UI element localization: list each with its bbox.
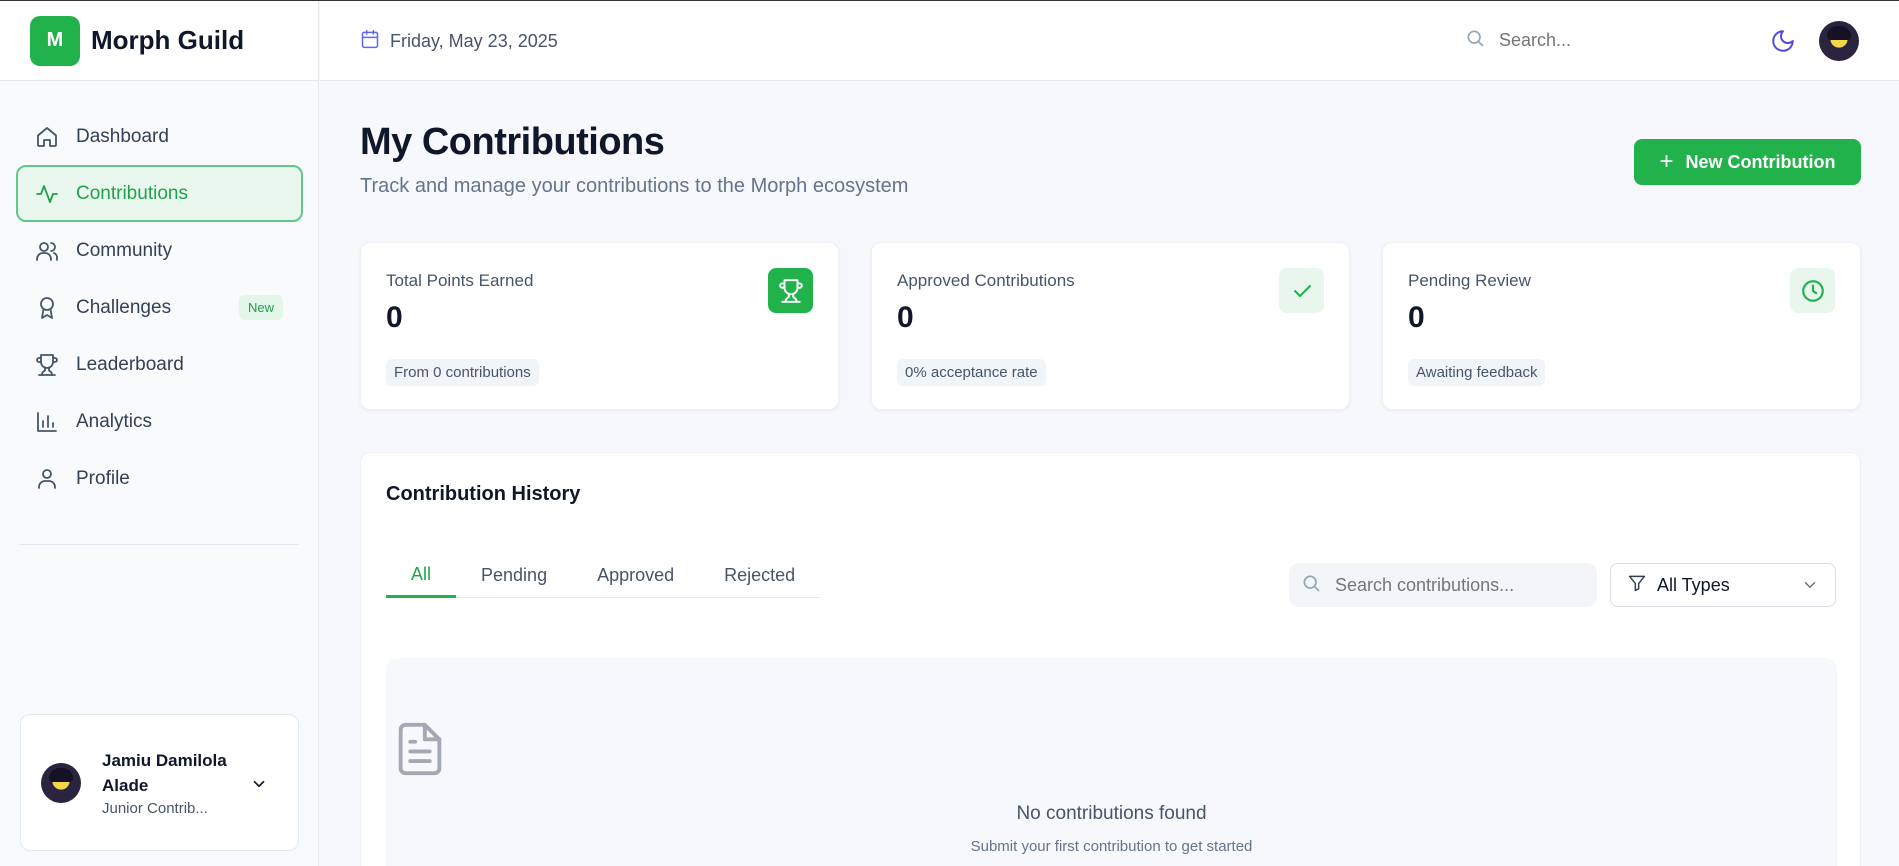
stat-label: Pending Review <box>1408 271 1531 290</box>
brand-logo: M <box>30 15 80 66</box>
top-header: Friday, May 23, 2025 <box>320 1 1899 81</box>
sidebar-item-community[interactable]: Community <box>16 222 303 279</box>
plus-icon: + <box>1659 148 1674 175</box>
stat-card-approved: Approved Contributions 0 0% acceptance r… <box>871 242 1350 410</box>
bar-chart-icon <box>34 409 60 435</box>
type-filter-select[interactable]: All Types <box>1610 563 1836 607</box>
clock-icon <box>1790 268 1835 313</box>
empty-state: No contributions found Submit your first… <box>386 658 1837 866</box>
tab-approved[interactable]: Approved <box>572 553 699 597</box>
filter-value: All Types <box>1657 574 1730 595</box>
sidebar-item-label: Contributions <box>76 182 188 204</box>
sidebar-item-contributions[interactable]: Contributions <box>16 165 303 222</box>
new-badge: New <box>238 295 283 320</box>
user-role: Junior Contrib... <box>102 800 208 817</box>
contributions-search[interactable] <box>1289 563 1597 607</box>
stat-card-pending: Pending Review 0 Awaiting feedback <box>1382 242 1861 410</box>
brand[interactable]: M Morph Guild <box>0 1 318 81</box>
date-text: Friday, May 23, 2025 <box>390 31 558 51</box>
check-icon <box>1279 268 1324 313</box>
sidebar: M Morph Guild Dashboard Contributions Co… <box>0 1 319 866</box>
sidebar-item-profile[interactable]: Profile <box>16 450 303 507</box>
global-search[interactable] <box>1465 28 1719 53</box>
current-date: Friday, May 23, 2025 <box>360 29 558 54</box>
sidebar-item-label: Dashboard <box>76 125 169 147</box>
stat-label: Approved Contributions <box>897 271 1075 290</box>
calendar-icon <box>360 29 380 54</box>
sidebar-item-label: Leaderboard <box>76 353 184 375</box>
avatar <box>41 762 81 803</box>
empty-title: No contributions found <box>1016 803 1207 824</box>
sidebar-item-analytics[interactable]: Analytics <box>16 393 303 450</box>
search-icon <box>1301 573 1321 598</box>
user-card[interactable]: Jamiu Damilola Alade Junior Contrib... <box>20 714 299 851</box>
search-input[interactable] <box>1499 30 1719 51</box>
stat-pill: From 0 contributions <box>386 359 539 386</box>
empty-subtitle: Submit your first contribution to get st… <box>970 838 1253 855</box>
users-icon <box>34 238 60 264</box>
activity-icon <box>34 181 60 207</box>
stat-value: 0 <box>1408 301 1425 334</box>
stat-pill: 0% acceptance rate <box>897 359 1046 386</box>
sidebar-item-dashboard[interactable]: Dashboard <box>16 108 303 165</box>
new-contribution-label: New Contribution <box>1685 151 1836 172</box>
chevron-down-icon[interactable] <box>250 775 268 798</box>
tab-all[interactable]: All <box>386 553 457 598</box>
sidebar-nav: Dashboard Contributions Community Challe… <box>16 108 303 507</box>
trophy-icon <box>768 268 813 313</box>
stat-pill: Awaiting feedback <box>1408 359 1546 386</box>
page-subtitle: Track and manage your contributions to t… <box>360 175 909 197</box>
brand-name: Morph Guild <box>91 25 245 55</box>
tab-rejected[interactable]: Rejected <box>699 553 820 597</box>
sidebar-item-label: Analytics <box>76 410 153 432</box>
tab-pending[interactable]: Pending <box>456 553 572 597</box>
contribution-history: Contribution History All Pending Approve… <box>360 452 1861 866</box>
chevron-down-icon <box>1801 576 1819 599</box>
user-icon <box>34 466 60 492</box>
stat-value: 0 <box>386 301 403 334</box>
history-tabs: All Pending Approved Rejected <box>386 553 821 598</box>
history-title: Contribution History <box>386 483 581 505</box>
new-contribution-button[interactable]: + New Contribution <box>1634 139 1861 185</box>
trophy-icon <box>34 352 60 378</box>
moon-icon[interactable] <box>1770 28 1796 59</box>
stat-label: Total Points Earned <box>386 271 534 290</box>
page-title: My Contributions <box>360 121 665 163</box>
award-icon <box>34 295 60 321</box>
stat-card-total-points: Total Points Earned 0 From 0 contributio… <box>360 242 839 410</box>
user-name: Jamiu Damilola Alade <box>102 751 227 795</box>
sidebar-divider <box>20 544 299 545</box>
sidebar-item-label: Challenges <box>76 296 172 318</box>
home-icon <box>34 124 60 150</box>
sidebar-item-leaderboard[interactable]: Leaderboard <box>16 336 303 393</box>
stat-value: 0 <box>897 301 914 334</box>
sidebar-item-label: Community <box>76 239 173 261</box>
file-text-icon <box>391 718 449 785</box>
sidebar-item-challenges[interactable]: Challenges New <box>16 279 303 336</box>
filter-icon <box>1627 573 1647 598</box>
sidebar-item-label: Profile <box>76 467 130 489</box>
search-icon <box>1465 28 1485 53</box>
user-info: Jamiu Damilola Alade Junior Contrib... <box>102 748 232 817</box>
header-avatar[interactable] <box>1819 21 1859 61</box>
contributions-search-input[interactable] <box>1335 574 1585 596</box>
